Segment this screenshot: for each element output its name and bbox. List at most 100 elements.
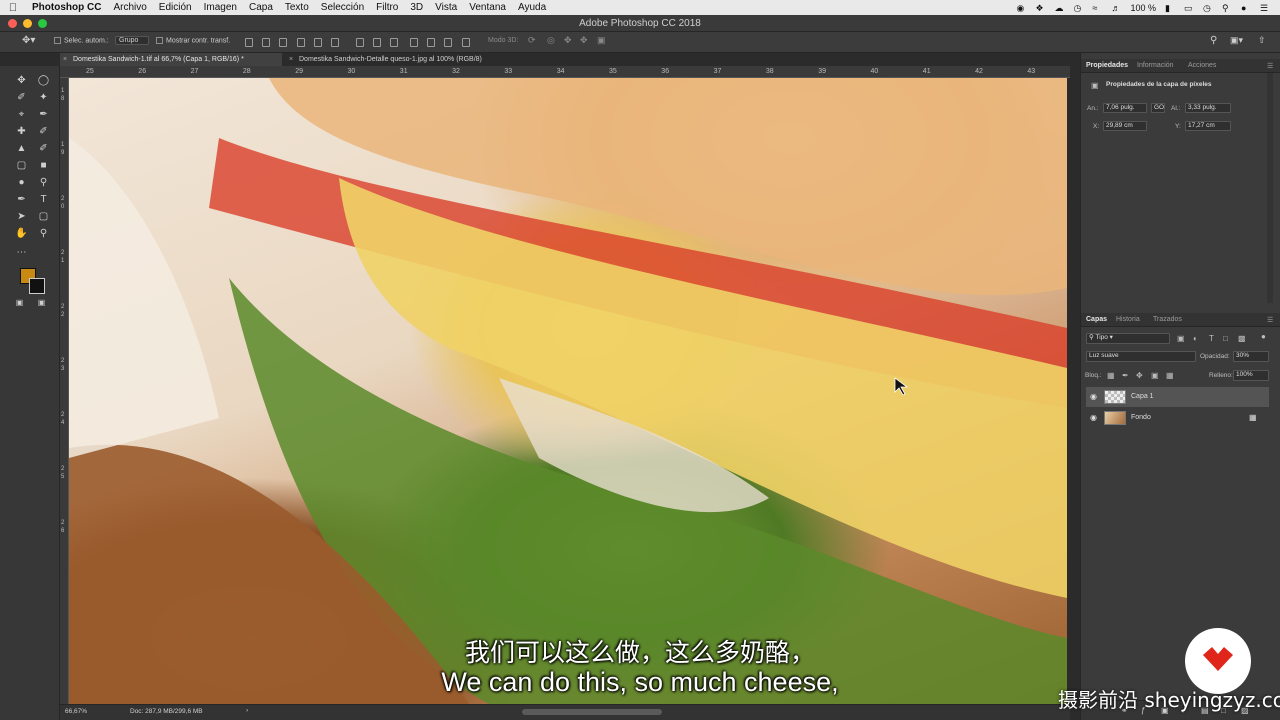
lock-all-icon[interactable]: ▦ [1166,371,1174,380]
ruler-vertical[interactable]: 1 8 1 9 2 0 2 1 2 2 2 3 2 4 2 5 2 6 [60,78,69,704]
distribute-vcenter-icon[interactable] [373,38,381,47]
distribute-bottom-icon[interactable] [390,38,398,47]
tab-paths[interactable]: Trazados [1153,316,1182,323]
dodge-tool-icon[interactable]: ⚲ [37,176,50,189]
move-tool-icon[interactable]: ✥ [15,74,28,87]
menu-seleccion[interactable]: Selección [315,2,370,13]
path-select-tool-icon[interactable]: ➤ [15,210,28,223]
spotlight-icon[interactable]: ⚲ [1222,3,1232,13]
doc-size[interactable]: Doc: 287,9 MB/299,6 MB [130,708,203,715]
filter-type-icon[interactable]: T [1209,334,1214,343]
align-left-icon[interactable] [297,38,305,47]
distribute-hcenter-icon[interactable] [427,38,435,47]
eye-icon[interactable]: ◉ [1090,408,1097,428]
rectangle-tool-icon[interactable]: ▢ [37,210,50,223]
search-icon[interactable]: ⚲ [1210,35,1217,46]
menu-vista[interactable]: Vista [429,2,463,13]
panel-menu-icon[interactable]: ☰ [1267,62,1273,70]
align-right-icon[interactable] [331,38,339,47]
lock-pixels-icon[interactable]: ✒ [1122,371,1129,380]
panel-menu-icon[interactable]: ☰ [1267,316,1273,324]
auto-select-checkbox[interactable] [54,37,61,44]
close-tab-icon[interactable]: × [63,53,67,66]
tab-history[interactable]: Historia [1116,316,1140,323]
3d-roll-icon[interactable]: ◎ [547,35,555,46]
quick-select-tool-icon[interactable]: ✐ [15,91,28,104]
distribute-right-icon[interactable] [444,38,452,47]
zoom-window-button[interactable] [38,19,47,28]
align-bottom-icon[interactable] [279,38,287,47]
lasso-tool-icon[interactable]: ◯ [37,74,50,87]
align-vcenter-icon[interactable] [262,38,270,47]
timemachine-icon[interactable]: ◷ [1073,3,1083,13]
distribute-left-icon[interactable] [410,38,418,47]
layer-row-capa-1[interactable]: ◉ Capa 1 [1086,387,1269,407]
hand-tool-icon[interactable]: ✋ [15,227,28,240]
workspace-icon[interactable]: ▣▾ [1230,35,1243,46]
zoom-tool-icon[interactable]: ⚲ [37,227,50,240]
close-window-button[interactable] [8,19,17,28]
eraser-tool-icon[interactable]: ▢ [15,159,28,172]
notifications-icon[interactable]: ☰ [1260,3,1270,13]
creative-cloud-icon[interactable]: ☁ [1054,3,1064,13]
zoom-level[interactable]: 66,67% [65,708,87,715]
menu-app-name[interactable]: Photoshop CC [26,2,107,13]
magic-wand-tool-icon[interactable]: ✦ [37,91,50,104]
menu-ayuda[interactable]: Ayuda [512,2,552,13]
menu-capa[interactable]: Capa [243,2,279,13]
menu-edicion[interactable]: Edición [153,2,198,13]
background-color-swatch[interactable] [29,278,45,294]
gradient-tool-icon[interactable]: ■ [37,159,50,172]
auto-align-icon[interactable] [462,38,470,47]
share-icon[interactable]: ⇧ [1258,35,1266,46]
link-dimensions-button[interactable]: GO [1151,103,1165,113]
brush-tool-icon[interactable]: ✐ [37,125,50,138]
move-tool-preset-icon[interactable]: ✥▾ [22,35,35,46]
status-arrow-icon[interactable]: › [246,707,248,714]
blur-tool-icon[interactable]: ● [15,176,28,189]
menu-archivo[interactable]: Archivo [107,2,152,13]
opacity-field[interactable]: 30% [1233,351,1269,362]
airplay-icon[interactable]: ▭ [1184,3,1194,13]
layer-filter-dropdown[interactable]: ⚲ Tipo ▾ [1086,333,1170,344]
filter-adjustment-icon[interactable]: ◐ [1193,334,1198,343]
menu-3d[interactable]: 3D [404,2,429,13]
type-tool-icon[interactable]: T [37,193,50,206]
battery-percent[interactable]: 100 % [1130,3,1156,13]
menu-imagen[interactable]: Imagen [198,2,243,13]
eyedropper-tool-icon[interactable]: ✒ [37,108,50,121]
clock-icon[interactable]: ◷ [1203,3,1213,13]
align-hcenter-icon[interactable] [314,38,322,47]
filter-shape-icon[interactable]: □ [1223,334,1228,343]
x-field[interactable]: 29,89 cm [1103,121,1147,131]
filter-smart-object-icon[interactable]: ▩ [1238,334,1246,343]
tab-actions[interactable]: Acciones [1188,62,1216,69]
distribute-top-icon[interactable] [356,38,364,47]
tab-document-1[interactable]: × Domestika Sandwich-1.tif al 66,7% (Cap… [60,53,282,66]
3d-rotate-icon[interactable]: ⟳ [528,35,536,46]
horizontal-scrollbar[interactable] [522,709,662,715]
user-icon[interactable]: ● [1241,3,1251,13]
align-top-icon[interactable] [245,38,253,47]
y-field[interactable]: 17,27 cm [1185,121,1231,131]
clone-stamp-tool-icon[interactable]: ▲ [15,142,28,155]
tab-document-2[interactable]: × Domestika Sandwich-Detalle queso-1.jpg… [286,53,536,66]
menu-ventana[interactable]: Ventana [463,2,512,13]
apple-icon[interactable]:  [0,2,26,14]
layer-row-fondo[interactable]: ◉ Fondo ▦ [1086,408,1269,428]
volume-icon[interactable]: ♬ [1111,3,1121,13]
lock-position-icon[interactable]: ✥ [1136,371,1143,380]
filter-pixel-icon[interactable]: ▣ [1177,334,1185,343]
dropbox-icon[interactable]: ❖ [1035,3,1045,13]
tab-properties[interactable]: Propiedades [1086,62,1128,69]
show-transform-checkbox[interactable] [156,37,163,44]
lock-transparent-icon[interactable]: ▦ [1107,371,1115,380]
wifi-icon[interactable]: ≈ [1092,3,1102,13]
menu-filtro[interactable]: Filtro [370,2,404,13]
document-canvas[interactable] [69,78,1067,704]
menu-texto[interactable]: Texto [279,2,315,13]
close-tab-icon[interactable]: × [289,53,293,66]
pen-tool-icon[interactable]: ✒ [15,193,28,206]
3d-drag-icon[interactable]: ✥ [564,35,572,46]
ruler-horizontal[interactable]: 25 26 27 28 29 30 31 32 33 34 35 36 37 38 39 40 41 42 43 [60,66,1070,78]
